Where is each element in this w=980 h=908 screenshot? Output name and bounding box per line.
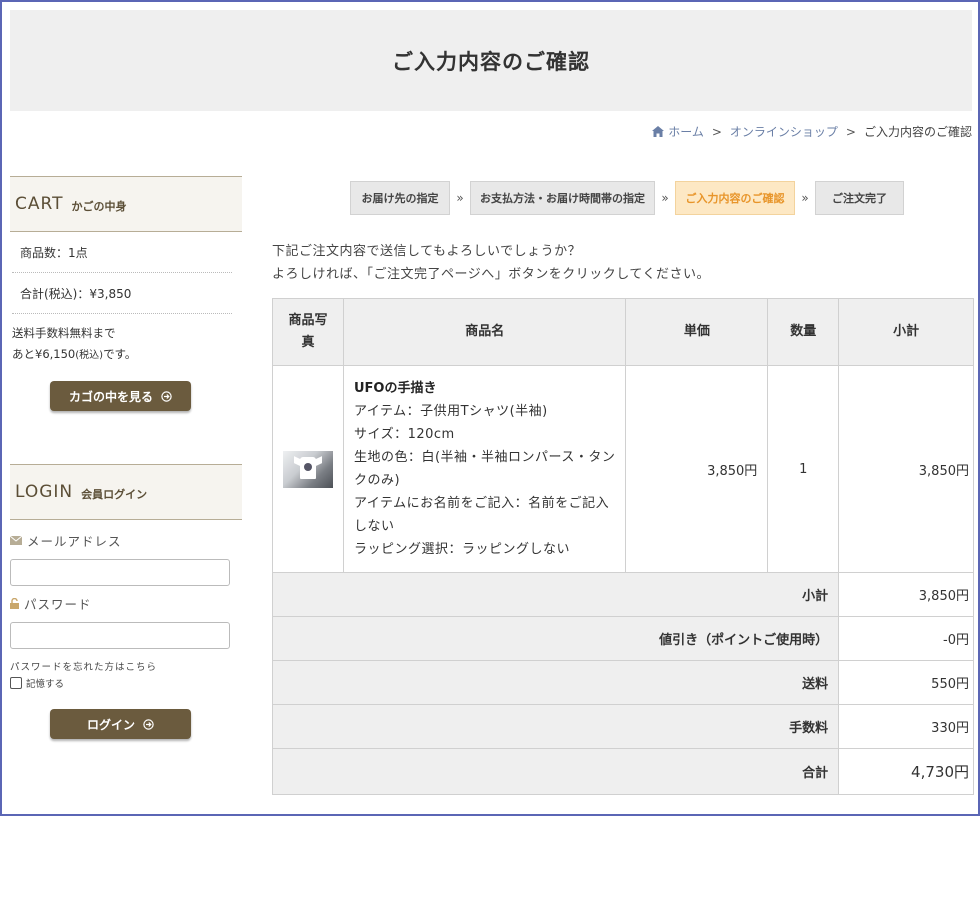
- remember-checkbox[interactable]: [10, 677, 22, 689]
- summary-value: -0円: [838, 616, 974, 661]
- breadcrumb-home-link[interactable]: ホーム: [668, 123, 704, 140]
- subtotal-cell: 3,850円: [838, 365, 974, 573]
- login-heading-jp: 会員ログイン: [81, 487, 148, 501]
- step-complete: ご注文完了: [815, 181, 904, 215]
- product-thumbnail: [282, 450, 333, 488]
- lock-icon: [10, 598, 19, 609]
- free-shipping-note: 送料手数料無料まで あと¥6,150(税込)です。: [10, 323, 242, 366]
- free-shipping-note-line2: あと¥6,150(税込)です。: [12, 344, 242, 366]
- page-title: ご入力内容のご確認: [392, 49, 590, 74]
- view-cart-button[interactable]: カゴの中を見る: [50, 381, 191, 411]
- email-label-text: メールアドレス: [27, 534, 122, 549]
- cart-box: CART かごの中身 商品数：1点 合計(税込)：¥3,850 送料手数料無料ま…: [10, 176, 242, 411]
- confirmation-message-line1: 下記ご注文内容で送信してもよろしいでしょうか？: [272, 244, 582, 259]
- forgot-password-link[interactable]: パスワードを忘れた方はこちら: [10, 659, 242, 673]
- note-suffix: です。: [103, 347, 137, 361]
- quantity-cell: 1: [767, 365, 840, 573]
- remember-me[interactable]: 記憶する: [10, 676, 242, 690]
- home-icon: [652, 126, 665, 137]
- summary-row-subtotal: 小計 3,850円: [271, 572, 974, 617]
- page-header: ご入力内容のご確認: [10, 10, 972, 111]
- product-info-cell: UFOの手描き アイテム：子供用Tシャツ(半袖) サイズ：120cm 生地の色：…: [342, 365, 627, 573]
- summary-row-shipping: 送料 550円: [271, 660, 974, 705]
- product-detail: 生地の色：白(半袖・半袖ロンパース・タンクのみ): [353, 450, 616, 488]
- product-detail: アイテム：子供用Tシャツ(半袖): [353, 404, 548, 419]
- product-photo-cell: [272, 365, 344, 573]
- summary-row-discount: 値引き（ポイントご使用時） -0円: [271, 616, 974, 661]
- arrow-circle-icon: [161, 390, 172, 402]
- step-confirm-current: ご入力内容のご確認: [675, 181, 795, 215]
- breadcrumb: ホーム > オンラインショップ > ご入力内容のご確認: [652, 123, 972, 140]
- table-row: UFOの手描き アイテム：子供用Tシャツ(半袖) サイズ：120cm 生地の色：…: [272, 365, 974, 573]
- step-delivery-address: お届け先の指定: [350, 181, 450, 215]
- email-input[interactable]: [10, 559, 230, 586]
- remember-label: 記憶する: [26, 679, 65, 690]
- header-photo: 商品写真: [272, 298, 344, 366]
- login-button[interactable]: ログイン: [50, 709, 191, 739]
- summary-label: 値引き（ポイントご使用時）: [271, 616, 840, 661]
- step-separator: »: [456, 191, 464, 205]
- cart-heading-en: CART: [15, 194, 64, 214]
- cart-item-count: 商品数：1点: [12, 232, 232, 273]
- breadcrumb-separator: >: [711, 124, 722, 139]
- breadcrumb-current: ご入力内容のご確認: [863, 125, 972, 139]
- grand-total-value: 4,730円: [838, 748, 974, 795]
- breadcrumb-shop-link[interactable]: オンラインショップ: [730, 123, 838, 140]
- product-detail: アイテムにお名前をご記入：名前をご記入しない: [353, 496, 610, 534]
- breadcrumb-separator: >: [845, 124, 856, 139]
- confirmation-message-line2: よろしければ、「ご注文完了ページへ」ボタンをクリックしてください。: [272, 267, 710, 282]
- summary-label: 合計: [271, 748, 840, 795]
- envelope-icon: [10, 536, 22, 545]
- product-detail: ラッピング選択：ラッピングしない: [353, 542, 570, 557]
- tax-note: (税込): [75, 350, 104, 361]
- product-name: UFOの手描き: [353, 381, 437, 396]
- login-box: LOGIN 会員ログイン メールアドレス パスワード パスワードを忘れた方はこち…: [10, 464, 242, 739]
- free-shipping-note-line1: 送料手数料無料まで: [12, 326, 116, 340]
- step-payment-method: お支払方法・お届け時間帯の指定: [470, 181, 655, 215]
- view-cart-label: カゴの中を見る: [68, 389, 153, 404]
- email-label: メールアドレス: [10, 531, 242, 550]
- login-button-label: ログイン: [86, 717, 135, 732]
- password-label: パスワード: [10, 594, 242, 613]
- checkout-steps: お届け先の指定 » お支払方法・お届け時間帯の指定 » ご入力内容のご確認 » …: [350, 181, 904, 215]
- product-detail: サイズ：120cm: [353, 427, 455, 442]
- table-header-row: 商品写真 商品名 単価 数量 小計: [272, 298, 974, 366]
- summary-value: 3,850円: [838, 572, 974, 617]
- step-separator: »: [801, 191, 809, 205]
- login-heading-en: LOGIN: [15, 482, 74, 502]
- step-separator: »: [661, 191, 669, 205]
- summary-label: 手数料: [271, 704, 840, 749]
- unit-price-cell: 3,850円: [625, 365, 769, 573]
- summary-label: 小計: [271, 572, 840, 617]
- arrow-circle-icon: [143, 718, 154, 730]
- login-heading: LOGIN 会員ログイン: [10, 464, 242, 520]
- header-quantity: 数量: [767, 298, 840, 366]
- cart-heading-jp: かごの中身: [71, 199, 127, 213]
- summary-value: 330円: [838, 704, 974, 749]
- cart-heading: CART かごの中身: [10, 176, 242, 232]
- order-table: 商品写真 商品名 単価 数量 小計 UFOの手描き アイテム：子供用Tシャツ(半…: [271, 298, 974, 795]
- header-subtotal: 小計: [838, 298, 974, 366]
- header-unit-price: 単価: [625, 298, 769, 366]
- page-frame: ご入力内容のご確認 ホーム > オンラインショップ > ご入力内容のご確認 CA…: [0, 0, 980, 816]
- header-product-name: 商品名: [342, 298, 627, 366]
- cart-total: 合計(税込)：¥3,850: [12, 273, 232, 314]
- summary-row-fee: 手数料 330円: [271, 704, 974, 749]
- summary-label: 送料: [271, 660, 840, 705]
- confirmation-message: 下記ご注文内容で送信してもよろしいでしょうか？ よろしければ、「ご注文完了ページ…: [272, 240, 710, 286]
- remaining-amount: あと¥6,150: [12, 347, 76, 361]
- password-input[interactable]: [10, 622, 230, 649]
- password-label-text: パスワード: [24, 597, 92, 612]
- summary-value: 550円: [838, 660, 974, 705]
- summary-row-total: 合計 4,730円: [271, 748, 974, 795]
